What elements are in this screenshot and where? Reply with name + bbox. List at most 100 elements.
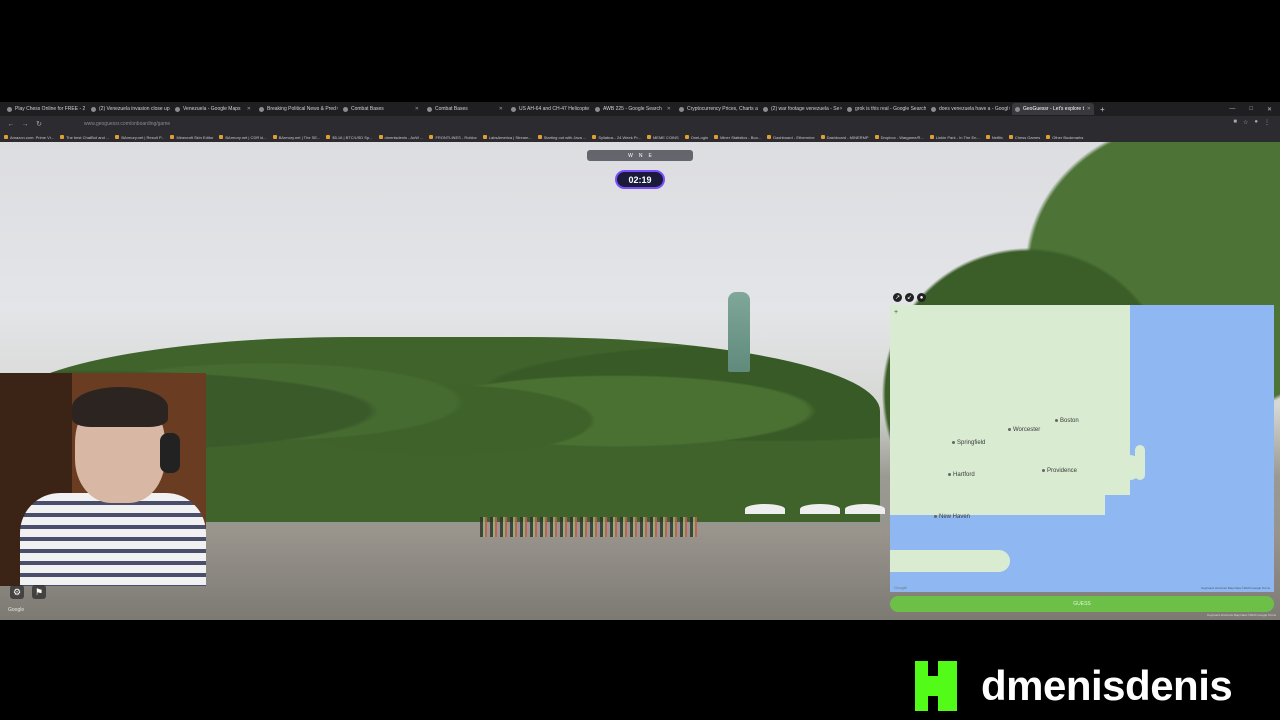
streamer-name: dmenisdenis	[981, 662, 1233, 709]
bookmark-favicon-icon	[1008, 135, 1013, 139]
streamer-hair	[72, 387, 168, 427]
extensions-icon[interactable]: ■	[1233, 119, 1237, 126]
bookmark-item[interactable]: FRONTLINES - Roblox	[429, 135, 477, 140]
bookmark-item[interactable]: Linkin Park - In The En...	[929, 135, 980, 140]
tab-close-icon[interactable]: ✕	[499, 106, 503, 112]
tab-label: (2) war footage venezuela - Se	[771, 106, 840, 112]
bookmark-favicon-icon	[684, 135, 689, 139]
browser-tab[interactable]: Combat Bases ✕	[424, 103, 506, 115]
bookmark-label: Dropbox - Wargame/R...	[880, 134, 924, 140]
browser-tab[interactable]: Breaking Political News & Pred✕	[256, 103, 338, 115]
reload-icon[interactable]: ↻	[34, 120, 44, 128]
profile-icon[interactable]: ●	[1254, 119, 1258, 126]
bookmark-item[interactable]: Chess Games	[1008, 135, 1040, 140]
guess-button[interactable]: GUESS	[890, 596, 1274, 612]
kick-logo-icon	[915, 661, 957, 711]
bookmark-item[interactable]: BArmory.net | CDR ki...	[219, 135, 267, 140]
tab-favicon-icon	[679, 106, 684, 112]
tab-close-icon[interactable]: ✕	[1087, 106, 1091, 112]
streamer-shirt	[20, 493, 206, 586]
tab-label: Play Chess Online for FREE - 2 P	[15, 106, 86, 112]
bookmark-item[interactable]: Dashboard - MINERMP	[820, 134, 869, 140]
bookmark-item[interactable]: OneLogin	[684, 135, 708, 140]
bookmark-item[interactable]: LabsAmerica | Stream...	[482, 135, 532, 140]
browser-tab[interactable]: (2) Venezuela invasion close up✕	[88, 103, 170, 115]
browser-tab[interactable]: does venezuela have a - Googl✕	[928, 103, 1010, 115]
bookmark-item[interactable]: BArmory.net | The SE...	[272, 134, 321, 140]
bookmark-favicon-icon	[272, 135, 277, 139]
tab-close-icon[interactable]: ✕	[1008, 106, 1010, 112]
cape-cod-arm	[1135, 445, 1145, 480]
tab-label: grok is this real - Google Search	[855, 106, 926, 112]
bookmark-item[interactable]: Syllabus - 24 Week Pr...	[592, 135, 641, 140]
bookmark-favicon-icon	[115, 135, 120, 139]
bookmark-item[interactable]: Starting out with Java ...	[537, 134, 587, 140]
browser-tab[interactable]: Play Chess Online for FREE - 2 P✕	[4, 103, 86, 115]
browser-tab[interactable]: Combat Bases ✕	[340, 103, 422, 115]
bookmark-item[interactable]: Other Bookmarks	[1046, 135, 1083, 140]
bookmark-item[interactable]: Dropbox - Wargame/R...	[874, 134, 924, 140]
browser-tab[interactable]: GeoGuessr - Let's explore t ✕	[1012, 103, 1094, 115]
tab-label: (2) Venezuela invasion close up	[99, 106, 170, 112]
streamer-branding: dmenisdenis	[915, 660, 1233, 712]
bookmark-favicon-icon	[537, 135, 542, 139]
bookmark-star-icon[interactable]: ☆	[1243, 119, 1248, 126]
bookmark-item[interactable]: Netflix	[985, 135, 1003, 140]
tab-favicon-icon	[91, 106, 96, 112]
tent	[745, 504, 785, 514]
bookmark-label: Dashboard - MINERMP	[826, 134, 869, 140]
bookmark-favicon-icon	[170, 135, 175, 139]
maximize-icon[interactable]: □	[1249, 106, 1253, 112]
browser-tab[interactable]: AWB 225 - Google Search ✕	[592, 103, 674, 115]
city-hartford: Hartford	[948, 472, 975, 478]
bookmark-label: Starting out with Java ...	[543, 134, 587, 140]
browser-tab[interactable]: Cryptocurrency Prices, Charts a✕	[676, 103, 758, 115]
address-bar: ← → ↻ www.geoguessr.com/onboarding/game …	[0, 116, 1280, 132]
tab-close-icon[interactable]: ✕	[336, 106, 338, 112]
city-new-haven: New Haven	[934, 514, 970, 520]
flag-icon[interactable]: ⚑	[32, 585, 46, 599]
menu-icon[interactable]: ⋮	[1264, 119, 1270, 126]
bookmark-item[interactable]: Minecraft Skin Editor	[170, 135, 213, 140]
tab-label: Combat Bases	[351, 106, 384, 112]
city-worcester: Worcester	[1008, 427, 1040, 433]
new-tab-icon[interactable]: +	[1100, 105, 1105, 114]
bookmark-item[interactable]: BArmory.net | Result P...	[115, 135, 164, 140]
long-island	[890, 550, 1010, 572]
bookmark-favicon-icon	[378, 135, 383, 139]
browser-tab[interactable]: (2) war footage venezuela - Se ✕	[760, 103, 842, 115]
bookmark-item[interactable]: The best ChatBot and ...	[59, 135, 109, 140]
bookmark-item[interactable]: dmenisdenis - AoW ...	[378, 135, 423, 140]
close-window-icon[interactable]: ✕	[1267, 106, 1272, 113]
bookmark-item[interactable]: MEME COINS	[646, 135, 679, 140]
bookmark-item[interactable]: Dashboard - Ethermine	[767, 135, 815, 140]
bookmark-item[interactable]: Amazon.com: Prime Vi...	[4, 135, 54, 140]
bookmark-favicon-icon	[429, 135, 434, 139]
bookmark-label: BArmory.net | The SE...	[278, 134, 321, 140]
bookmark-label: Amazon.com: Prime Vi...	[10, 134, 54, 140]
expand-map-icon[interactable]: ↗	[893, 293, 902, 302]
minimize-icon[interactable]: —	[1229, 106, 1235, 112]
tab-close-icon[interactable]: ✕	[839, 106, 842, 112]
zoom-in-icon[interactable]: +	[894, 309, 898, 316]
guess-map[interactable]: + Boston Springfield Worcester Providenc…	[890, 305, 1274, 592]
browser-tab[interactable]: Venezuela - Google Maps ✕	[172, 103, 254, 115]
tab-close-icon[interactable]: ✕	[589, 106, 590, 112]
tab-label: US AH-64 and CH-47 Helicopte	[519, 106, 590, 112]
tab-close-icon[interactable]: ✕	[667, 106, 671, 112]
back-icon[interactable]: ←	[6, 121, 16, 128]
shrink-map-icon[interactable]: ↙	[905, 293, 914, 302]
bookmark-item[interactable]: Miner Statistics - Boo...	[714, 135, 761, 140]
pin-map-icon[interactable]: ●	[917, 293, 926, 302]
url-field[interactable]: www.geoguessr.com/onboarding/game	[84, 121, 170, 127]
tab-close-icon[interactable]: ✕	[247, 106, 251, 112]
browser-tab[interactable]: US AH-64 and CH-47 Helicopte✕	[508, 103, 590, 115]
tab-close-icon[interactable]: ✕	[415, 106, 419, 112]
tab-favicon-icon	[511, 106, 516, 112]
bookmark-label: BArmory.net | Result P...	[121, 134, 165, 140]
address-bar-actions: ■ ☆ ● ⋮	[1233, 119, 1270, 126]
settings-gear-icon[interactable]: ⚙	[10, 585, 24, 599]
bookmark-item[interactable]: $5.16 | BTC/USD Sp...	[326, 135, 373, 140]
forward-icon[interactable]: →	[20, 121, 30, 128]
browser-tab[interactable]: grok is this real - Google Search✕	[844, 103, 926, 115]
